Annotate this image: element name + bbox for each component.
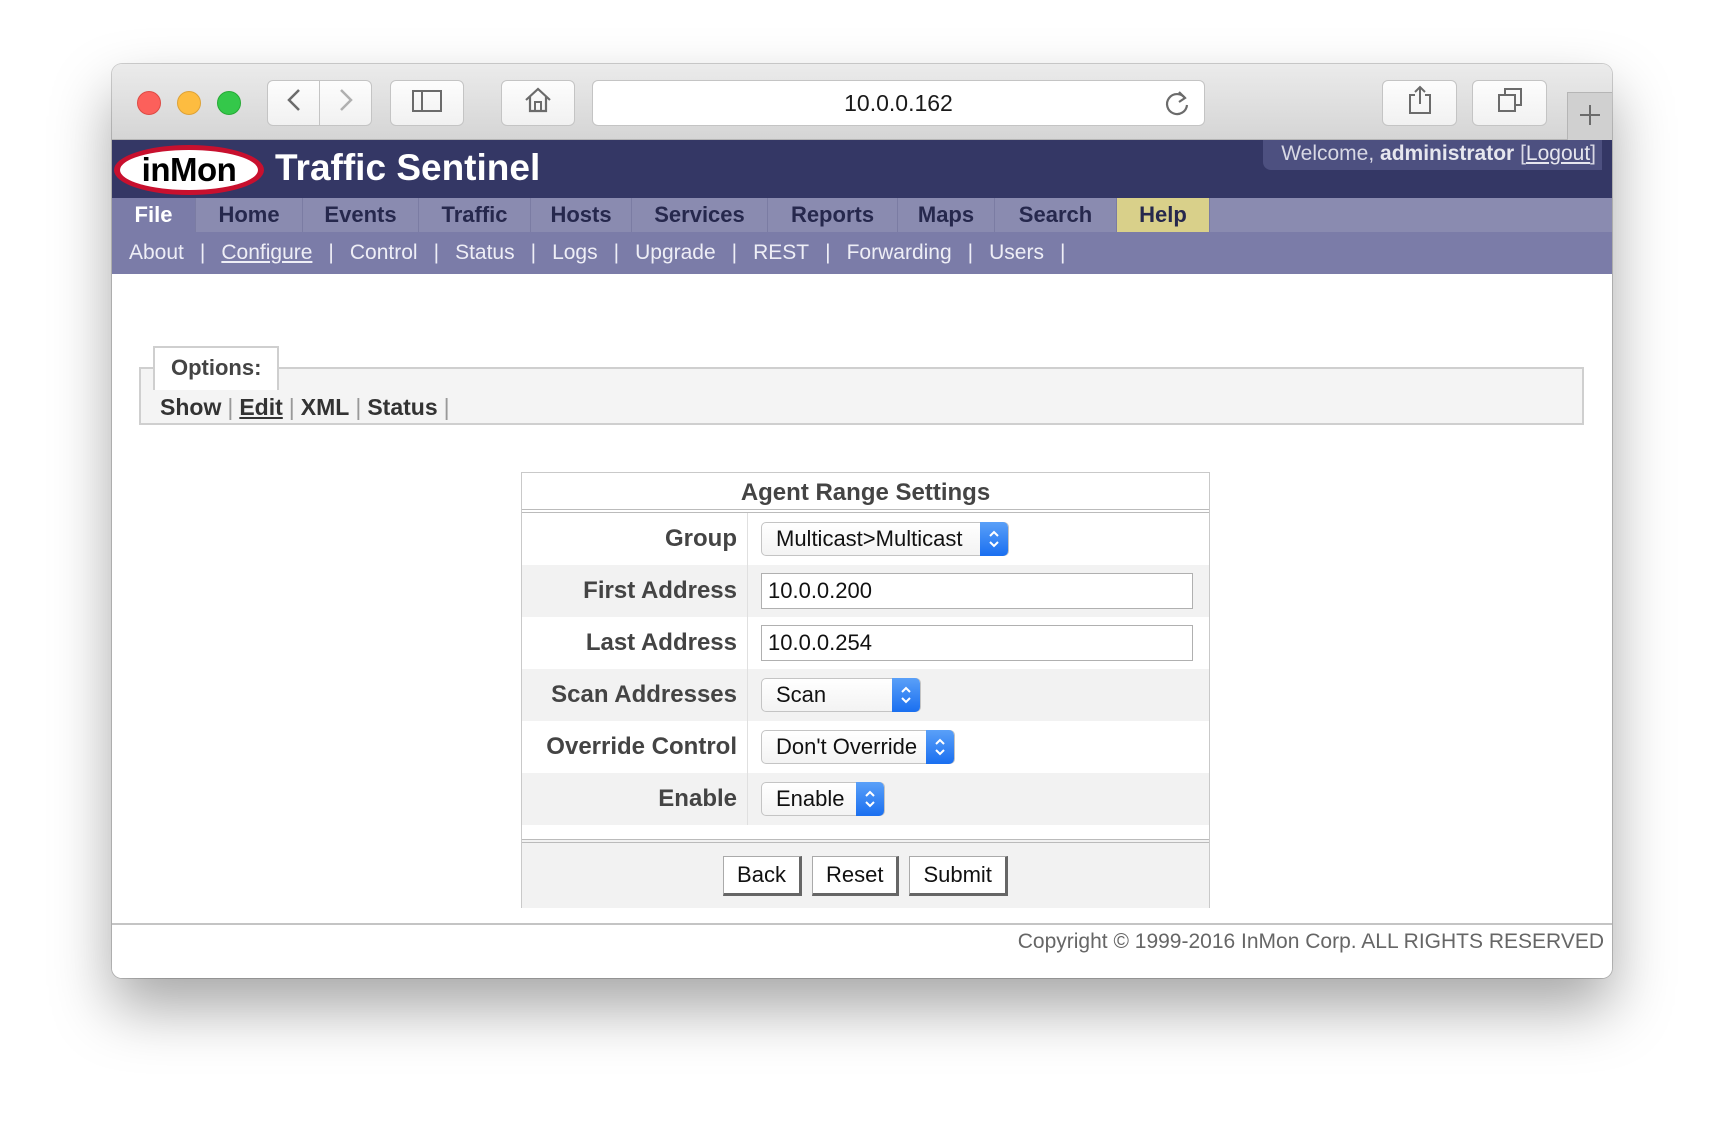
maximize-window-button[interactable] — [217, 91, 241, 115]
form-title: Agent Range Settings — [522, 473, 1209, 513]
option-show[interactable]: Show — [160, 394, 221, 421]
back-form-button[interactable]: Back — [723, 855, 802, 896]
chevron-right-icon — [339, 88, 353, 119]
tab-hosts[interactable]: Hosts — [531, 198, 632, 232]
option-xml[interactable]: XML — [301, 394, 350, 421]
tab-file[interactable]: File — [112, 198, 196, 232]
last-address-label: Last Address — [522, 617, 748, 669]
minimize-window-button[interactable] — [177, 91, 201, 115]
main-nav: File Home Events Traffic Hosts Services … — [112, 198, 1612, 232]
scan-addresses-label: Scan Addresses — [522, 669, 748, 721]
back-button[interactable] — [267, 80, 320, 126]
tabs-icon — [1497, 87, 1523, 120]
forward-button[interactable] — [319, 80, 372, 126]
group-select[interactable]: Multicast>Multicast — [761, 522, 1009, 556]
inmon-logo[interactable]: inMon — [114, 145, 264, 195]
select-arrows-icon — [892, 678, 920, 712]
enable-select[interactable]: Enable — [761, 782, 885, 816]
sidebar-button[interactable] — [390, 80, 464, 126]
reset-button[interactable]: Reset — [811, 855, 900, 896]
home-icon — [524, 87, 552, 120]
override-control-select[interactable]: Don't Override — [761, 730, 955, 764]
subnav-forwarding[interactable]: Forwarding — [847, 241, 952, 265]
override-select-value: Don't Override — [776, 734, 918, 759]
agent-range-form: Agent Range Settings Group Multicast>Mul… — [521, 472, 1210, 908]
tab-traffic[interactable]: Traffic — [419, 198, 531, 232]
tab-maps[interactable]: Maps — [898, 198, 995, 232]
logout-link[interactable]: Logout — [1526, 142, 1590, 165]
override-control-label: Override Control — [522, 721, 748, 773]
select-arrows-icon — [856, 782, 884, 816]
last-address-input[interactable]: 10.0.0.254 — [761, 625, 1193, 661]
select-arrows-icon — [980, 522, 1008, 556]
welcome-box: Welcome, administrator [Logout] — [1263, 140, 1602, 170]
scan-addresses-select[interactable]: Scan — [761, 678, 921, 712]
close-window-button[interactable] — [137, 91, 161, 115]
sub-nav: About | Configure | Control | Status | Logs |… — [112, 232, 1612, 274]
group-label: Group — [522, 513, 748, 565]
subnav-upgrade[interactable]: Upgrade — [635, 241, 716, 265]
tab-reports[interactable]: Reports — [768, 198, 898, 232]
options-links: Show | Edit | XML | Status | — [160, 394, 450, 421]
select-arrows-icon — [926, 730, 954, 764]
subnav-configure[interactable]: Configure — [221, 241, 312, 265]
option-edit[interactable]: Edit — [239, 394, 282, 421]
reload-icon[interactable] — [1164, 89, 1190, 124]
tab-events[interactable]: Events — [303, 198, 419, 232]
username: administrator — [1380, 142, 1515, 165]
tab-home[interactable]: Home — [196, 198, 303, 232]
first-address-label: First Address — [522, 565, 748, 617]
enable-label: Enable — [522, 773, 748, 825]
browser-window: 10.0.0.162 inMon Traffic Sentinel Welcom… — [112, 64, 1612, 978]
override-control-row: Override Control Don't Override — [522, 721, 1209, 773]
first-address-row: First Address 10.0.0.200 — [522, 565, 1209, 617]
options-legend: Options: — [153, 346, 280, 390]
sidebar-icon — [412, 88, 442, 119]
tabs-button[interactable] — [1472, 80, 1547, 126]
submit-button[interactable]: Submit — [909, 855, 1008, 896]
subnav-rest[interactable]: REST — [753, 241, 809, 265]
chevron-left-icon — [286, 88, 301, 119]
share-icon — [1408, 85, 1432, 122]
address-bar[interactable]: 10.0.0.162 — [592, 80, 1205, 126]
share-button[interactable] — [1382, 80, 1457, 126]
app-title: Traffic Sentinel — [275, 147, 541, 188]
browser-toolbar: 10.0.0.162 — [112, 64, 1612, 140]
subnav-users[interactable]: Users — [989, 241, 1044, 265]
footer-divider — [112, 923, 1612, 925]
app-header: inMon Traffic Sentinel Welcome, administ… — [112, 140, 1612, 198]
tab-search[interactable]: Search — [995, 198, 1117, 232]
subnav-status[interactable]: Status — [455, 241, 515, 265]
group-row: Group Multicast>Multicast — [522, 513, 1209, 565]
tab-services[interactable]: Services — [632, 198, 768, 232]
copyright-text: Copyright © 1999-2016 InMon Corp. ALL RI… — [1017, 930, 1604, 953]
last-address-row: Last Address 10.0.0.254 — [522, 617, 1209, 669]
plus-icon — [1579, 100, 1601, 134]
scan-select-value: Scan — [776, 682, 827, 707]
url-text: 10.0.0.162 — [844, 89, 953, 116]
option-status[interactable]: Status — [367, 394, 437, 421]
subnav-control[interactable]: Control — [350, 241, 418, 265]
enable-row: Enable Enable — [522, 773, 1209, 825]
welcome-prefix: Welcome, — [1281, 142, 1381, 165]
new-tab-button[interactable] — [1567, 92, 1612, 140]
enable-select-value: Enable — [776, 786, 845, 811]
tab-help[interactable]: Help — [1117, 198, 1210, 232]
first-address-input[interactable]: 10.0.0.200 — [761, 573, 1193, 609]
group-select-value: Multicast>Multicast — [776, 526, 963, 551]
web-page: inMon Traffic Sentinel Welcome, administ… — [112, 140, 1612, 978]
home-button[interactable] — [501, 80, 575, 126]
form-buttons: Back Reset Submit — [522, 839, 1209, 908]
subnav-about[interactable]: About — [129, 241, 184, 265]
logo-text: inMon — [120, 150, 258, 190]
subnav-logs[interactable]: Logs — [552, 241, 598, 265]
scan-addresses-row: Scan Addresses Scan — [522, 669, 1209, 721]
